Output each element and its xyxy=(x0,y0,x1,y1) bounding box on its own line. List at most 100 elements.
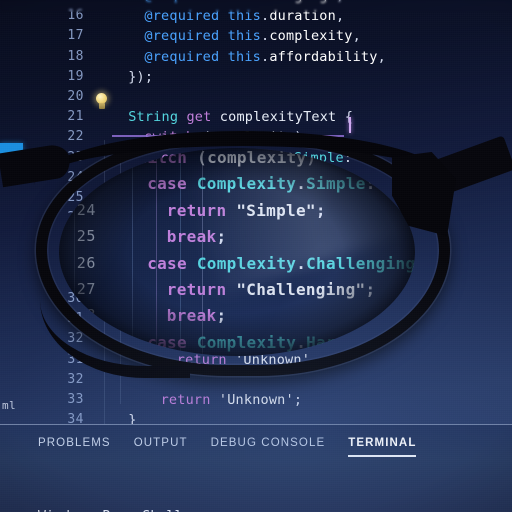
line-number: 31 xyxy=(67,351,84,367)
code-token: , xyxy=(352,28,361,45)
bottom-panel[interactable]: PROBLEMS OUTPUT DEBUG CONSOLE TERMINAL Wind… xyxy=(0,424,512,512)
code-token: ) xyxy=(294,129,303,146)
code-token: return xyxy=(160,392,211,408)
code-token: ; xyxy=(216,306,227,326)
code-line-text: return 'Unknown'; xyxy=(161,392,303,408)
line-number-row: 34 xyxy=(0,412,98,424)
line-number-row: 31 xyxy=(0,311,98,331)
code-token: , xyxy=(377,48,386,65)
line-number: 31 xyxy=(67,311,84,327)
terminal-output[interactable]: Windows PowerShell Copyright (C) Microso… xyxy=(38,469,508,512)
line-number: 17 xyxy=(67,28,84,44)
line-number-row: 21 xyxy=(0,109,98,129)
line-number-row xyxy=(0,0,98,8)
code-token: Challenging xyxy=(306,253,416,273)
line-number-row: 31 xyxy=(0,352,98,372)
code-token: @required xyxy=(144,8,220,25)
code-token: ; xyxy=(365,280,376,299)
code-token: @required xyxy=(144,28,220,45)
code-token: . xyxy=(296,253,307,273)
code-token: Complexity xyxy=(196,174,297,194)
code-token: "Simple" xyxy=(236,200,316,220)
magnified-code-line: 27 return "Challenging"; xyxy=(59,280,415,306)
code-line-text: @required this.complexity, xyxy=(144,28,361,44)
code-line[interactable]: }); xyxy=(98,69,512,89)
code-token: case xyxy=(147,174,187,194)
code-token: this xyxy=(227,8,261,25)
panel-tab-output[interactable]: OUTPUT xyxy=(134,437,199,449)
code-line[interactable]: return 'Unknown' xyxy=(98,352,512,372)
code-line[interactable]: return 'Unknown'; xyxy=(98,392,512,412)
line-number: 33 xyxy=(67,392,84,407)
magnified-code-line: 26 case Complexity.Challenging: xyxy=(59,253,416,280)
line-number-row: 16 xyxy=(0,8,98,28)
code-token: Complexity xyxy=(196,332,297,352)
magnified-code-text: break; xyxy=(167,227,227,246)
line-number: 19 xyxy=(67,68,84,84)
code-line-text: } xyxy=(128,412,136,424)
code-token: ; xyxy=(216,227,227,247)
magnified-code-text: case Complexity.Challenging: xyxy=(147,253,416,273)
panel-tab-bar[interactable]: PROBLEMS OUTPUT DEBUG CONSOLE TERMINAL xyxy=(38,437,439,457)
lightbulb-base xyxy=(98,102,105,109)
code-token: String xyxy=(128,109,179,126)
code-token: "Challenging" xyxy=(236,280,366,299)
symbol-underline xyxy=(112,135,344,137)
code-token: break xyxy=(166,227,217,247)
code-token: 'Unknown' xyxy=(218,392,294,408)
text-caret xyxy=(349,117,351,133)
code-token: language xyxy=(269,0,336,4)
line-number: 24 xyxy=(67,169,84,185)
code-line[interactable]: @required this.affordability, xyxy=(98,49,512,69)
code-token: : xyxy=(343,149,353,166)
line-number: 21 xyxy=(67,109,84,125)
line-number: 32 xyxy=(67,371,84,387)
code-line-text: }); xyxy=(128,69,153,85)
code-line[interactable]: } xyxy=(98,412,512,424)
code-token: complexity xyxy=(269,28,353,45)
code-token: get xyxy=(186,109,212,126)
panel-tab-debug-console[interactable]: DEBUG CONSOLE xyxy=(211,437,337,449)
code-token: Simple xyxy=(306,174,366,194)
code-token: this xyxy=(227,28,261,45)
code-line-text: @required this.duration, xyxy=(144,8,344,24)
code-token: Complexity xyxy=(196,253,297,273)
code-line[interactable]: @required this.complexity, xyxy=(98,28,512,48)
code-token: this xyxy=(228,0,261,4)
code-line[interactable]: @required this.language, xyxy=(98,0,512,8)
code-line[interactable]: String get complexityText { xyxy=(98,109,512,129)
panel-tab-problems[interactable]: PROBLEMS xyxy=(38,437,122,449)
magnified-code-text: return "Challenging"; xyxy=(167,280,376,299)
magnified-code-text: return "Simple"; xyxy=(167,201,326,220)
code-token: } xyxy=(128,412,137,424)
line-number: 18 xyxy=(67,48,84,64)
code-token: duration xyxy=(269,8,336,25)
lightbulb-icon[interactable] xyxy=(95,93,108,110)
code-token: @required xyxy=(144,48,220,65)
line-number: 22 xyxy=(67,129,84,145)
code-line[interactable] xyxy=(98,89,512,109)
line-number-row: 32 xyxy=(0,331,98,351)
code-line[interactable] xyxy=(98,372,512,392)
code-token: ( xyxy=(194,129,212,146)
code-token: affordability xyxy=(269,48,378,65)
line-number-row: 32 xyxy=(0,372,98,392)
code-token: , xyxy=(335,8,345,25)
code-token: . xyxy=(296,174,307,194)
line-number: 16 xyxy=(67,8,84,24)
panel-tab-terminal[interactable]: TERMINAL xyxy=(348,437,427,457)
terminal-line: Windows PowerShell xyxy=(38,507,508,512)
code-token: return xyxy=(166,280,227,299)
line-number-row: 19 xyxy=(0,69,98,89)
code-line[interactable]: switch (complexity) xyxy=(98,129,512,149)
magnified-code-text: break; xyxy=(167,306,227,325)
code-line[interactable]: @required this.duration, xyxy=(98,8,512,28)
